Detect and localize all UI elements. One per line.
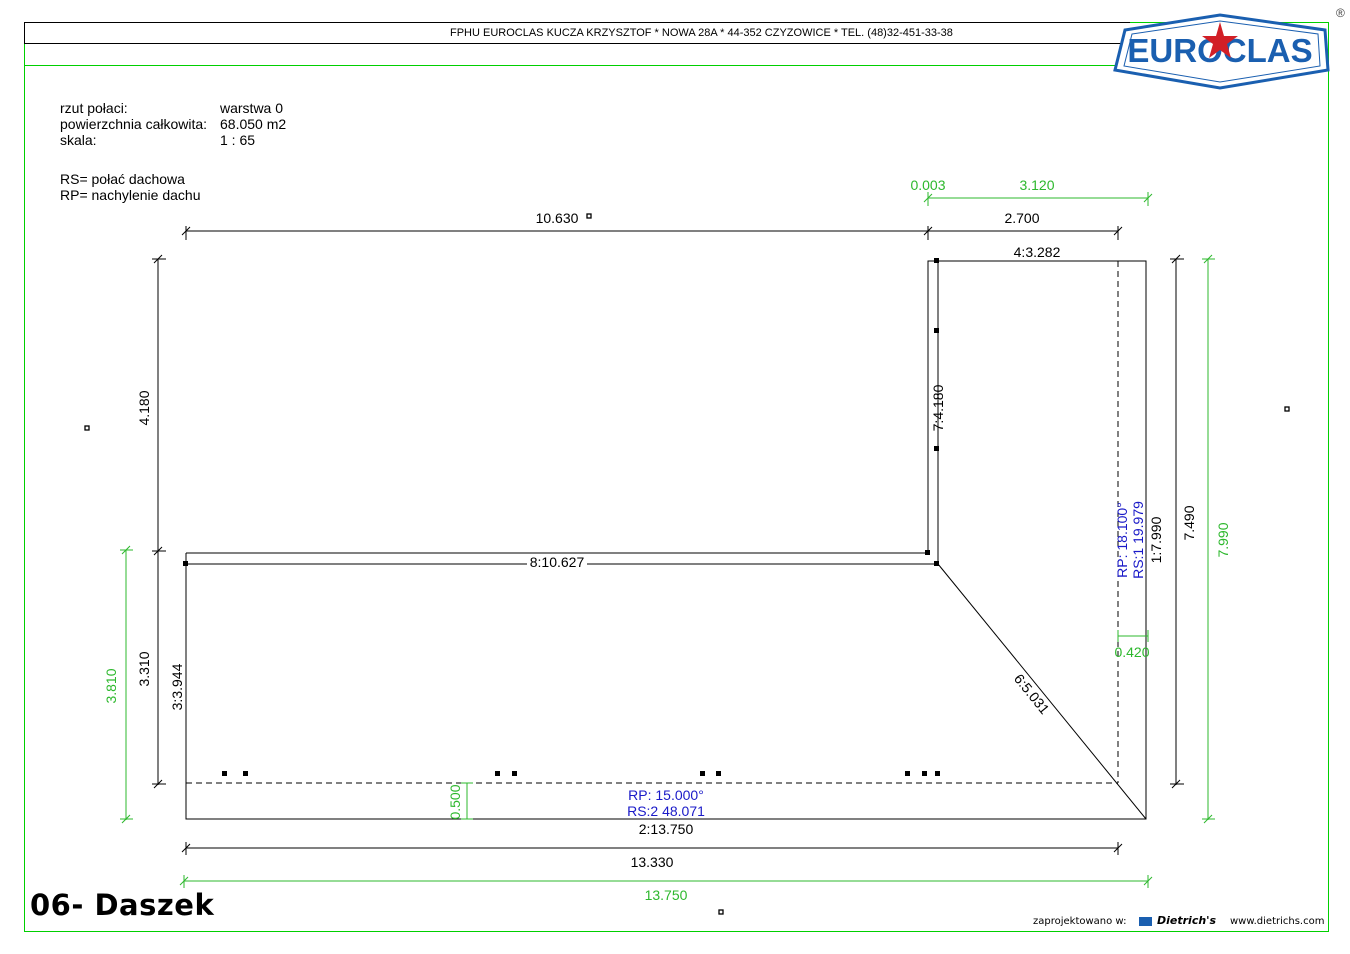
rs2-slope: RP: 15.000° [628,787,704,803]
dim-right-total: 7.490 [1181,505,1197,540]
dim-green-left: 3.810 [103,668,119,703]
edge-right: 1:7.990 [1148,516,1164,563]
dim-left-upper: 4.180 [136,390,152,425]
diagonal-edge [937,563,1147,820]
rs2-label: RS:2 48.071 [627,803,705,819]
dim-green-right: 7.990 [1215,522,1231,557]
dim-green-offset-bottom: 0.500 [447,784,463,819]
edge-left: 3:3.944 [169,663,185,710]
footer-brand: Dietrich's [1157,914,1217,927]
edge-top-right: 4:3.282 [1014,244,1061,260]
dim-top-right: 2.700 [1004,210,1039,226]
drawing-title: 06- Daszek [30,888,215,922]
dim-green-bottom: 13.750 [645,887,688,903]
dietrichs-logo-icon [1139,917,1152,926]
dim-green-top-small: 0.003 [910,177,945,193]
roof-outline [185,260,1147,820]
dim-top-left: 10.630 [536,210,579,226]
dim-bottom-total: 13.330 [631,854,674,870]
dim-green-offset-right: 0.420 [1114,644,1149,660]
rs1-slope: RP: 18.100° [1114,502,1130,578]
edge-diagonal: 6:5.031 [1011,671,1053,718]
edge-mid-horizontal: 8:10.627 [530,554,585,570]
footer-website[interactable]: www.dietrichs.com [1230,916,1324,927]
edge-inner-vertical: 7:4.180 [930,384,946,431]
roof-drawing: 10.630 2.700 4:3.282 4.180 3.310 3:3.944… [84,177,1290,915]
dim-left-lower: 3.310 [136,651,152,686]
dim-green-top-right: 3.120 [1019,177,1054,193]
edge-bottom: 2:13.750 [639,821,694,837]
footer-designed-with: zaprojektowano w: [1033,916,1127,927]
rs1-label: RS:1 19.979 [1130,501,1146,579]
